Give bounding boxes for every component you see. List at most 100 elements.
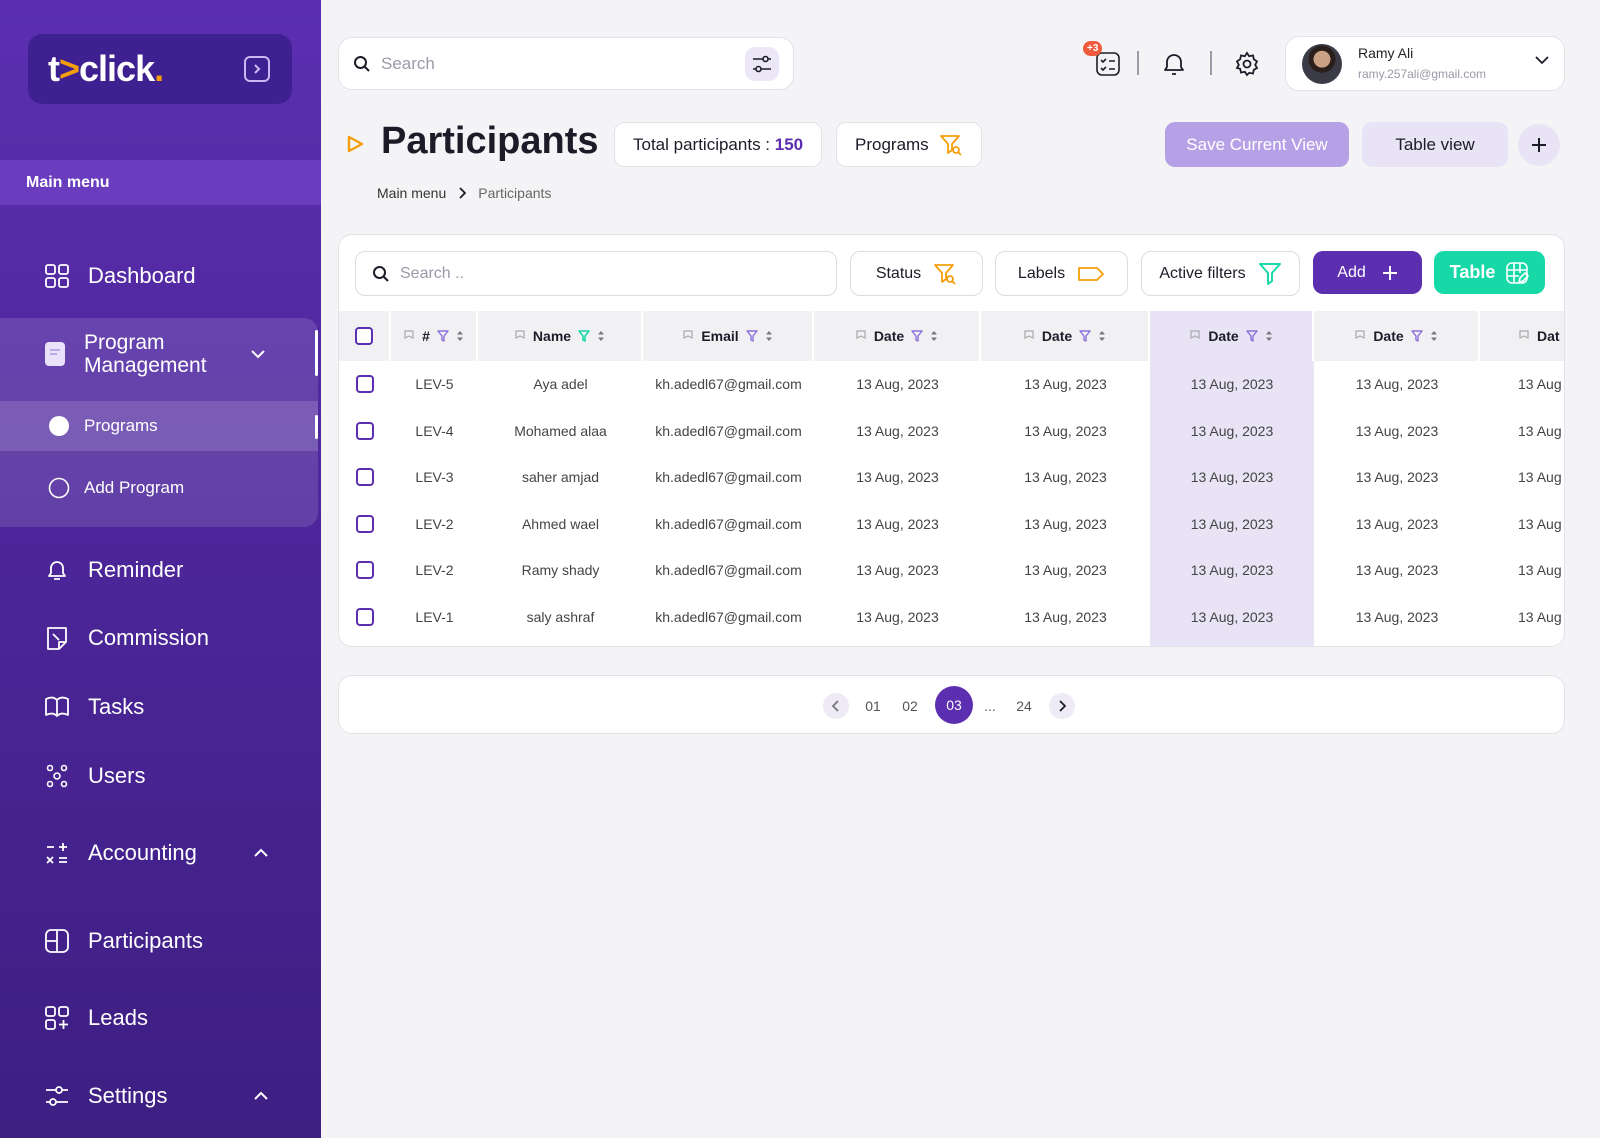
user-name: Ramy Ali	[1358, 45, 1414, 61]
cell-name: Ramy shady	[521, 562, 600, 578]
next-page-button[interactable]	[1049, 693, 1075, 719]
total-participants-value: 150	[774, 134, 804, 154]
sort-icon	[1099, 331, 1106, 341]
search-filter-button[interactable]	[745, 46, 779, 81]
chevron-down-icon	[251, 350, 265, 359]
cell-d1: 13 Aug, 2023	[856, 515, 939, 532]
filter-icon	[1079, 330, 1091, 342]
sidebar-item-label: Participants	[88, 928, 203, 953]
labels-filter-button[interactable]: Labels	[995, 251, 1128, 296]
column-header-name[interactable]: Name	[478, 311, 643, 361]
current-page-button[interactable]: 03	[935, 686, 973, 724]
search-icon	[373, 265, 389, 282]
prev-page-button[interactable]	[823, 693, 849, 719]
table-layout-button[interactable]: Table	[1434, 251, 1545, 294]
filter-icon	[1245, 330, 1258, 342]
sidebar-item-commission[interactable]: Commission	[0, 620, 321, 656]
filter-icon	[745, 330, 758, 342]
row-checkbox[interactable]	[356, 607, 374, 626]
table-search-input[interactable]	[400, 264, 820, 283]
breadcrumb-current: Participants	[478, 185, 552, 201]
folder-icon	[45, 342, 65, 366]
status-filter-button[interactable]: Status	[850, 251, 983, 296]
column-header-date[interactable]: Date	[814, 311, 981, 361]
page-button[interactable]: 01	[860, 690, 886, 722]
sidebar-item-settings[interactable]: Settings	[0, 1078, 321, 1114]
breadcrumb: Main menu Participants	[377, 185, 551, 201]
table-row[interactable]: LEV-1 saly ashraf kh.adedl67@gmail.com 13 A…	[339, 594, 1564, 640]
column-header-id[interactable]: #	[391, 311, 478, 361]
filter-icon	[1410, 330, 1423, 342]
total-participants-chip: Total participants : 150	[614, 122, 823, 167]
save-current-view-button[interactable]: Save Current View	[1165, 122, 1349, 167]
sidebar-item-tasks[interactable]: Tasks	[0, 689, 321, 725]
table-row[interactable]: LEV-5 Aya adel kh.adedl67@gmail.com 13 Aug,…	[339, 361, 1564, 407]
active-filters-button[interactable]: Active filters	[1141, 251, 1300, 296]
column-header-date[interactable]: Dat	[1480, 311, 1564, 361]
global-search-input[interactable]	[381, 53, 735, 74]
pin-icon	[1355, 330, 1365, 339]
sidebar-subitem-programs[interactable]: Programs	[0, 401, 318, 451]
table-view-button[interactable]: Table view	[1362, 122, 1508, 167]
sidebar-item-reminder[interactable]: Reminder	[0, 552, 321, 588]
sidebar-item-label: Accounting	[88, 840, 197, 865]
row-checkbox[interactable]	[356, 561, 374, 579]
sidebar-item-dashboard[interactable]: Dashboard	[0, 258, 321, 294]
notifications-button[interactable]	[1157, 47, 1191, 81]
sidebar: t>click. Main menu Dashboard Program Man…	[0, 0, 321, 1138]
row-checkbox[interactable]	[356, 514, 374, 533]
settings-button[interactable]	[1230, 47, 1264, 81]
labels-filter-label: Labels	[1017, 264, 1066, 282]
column-header-email[interactable]: Email	[643, 311, 814, 361]
table-row[interactable]: LEV-3 saher amjad kh.adedl67@gmail.com 13 A…	[339, 454, 1564, 500]
bell-icon	[1164, 54, 1184, 75]
column-header-label: Email	[701, 328, 739, 344]
sidebar-item-participants[interactable]: Participants	[0, 923, 321, 959]
tasks-button[interactable]: +3	[1083, 41, 1125, 81]
tasks-badge: +3	[1083, 41, 1103, 56]
sort-icon	[456, 331, 463, 341]
column-header-label: #	[422, 328, 430, 344]
column-header-date[interactable]: Date	[1150, 311, 1314, 361]
column-header-date[interactable]: Date	[1314, 311, 1480, 361]
table-header: # Name Email Date Date Date Date Dat	[339, 311, 1564, 361]
row-checkbox[interactable]	[356, 421, 374, 440]
program-management-group: Program Management Programs Add Program	[0, 318, 318, 527]
row-checkbox[interactable]	[356, 375, 374, 393]
column-header-date[interactable]: Date	[981, 311, 1150, 361]
tag-icon	[1078, 266, 1104, 281]
row-select-cell	[339, 454, 391, 500]
sidebar-item-users[interactable]: Users	[0, 758, 321, 794]
sidebar-subitem-add-program[interactable]: Add Program	[0, 463, 318, 513]
table-label: Table	[1449, 262, 1496, 282]
cell-name: Ahmed wael	[521, 515, 600, 532]
pagination: 01 02 03 ... 24	[338, 675, 1565, 734]
sidebar-item-leads[interactable]: Leads	[0, 1000, 321, 1036]
table-row[interactable]: LEV-4 Mohamed alaa kh.adedl67@gmail.com 13 …	[339, 408, 1564, 454]
pin-icon	[515, 330, 525, 339]
page-button[interactable]: 24	[1011, 690, 1037, 722]
table-row[interactable]: LEV-2 Ramy shady kh.adedl67@gmail.com 13 Au…	[339, 547, 1564, 593]
pin-icon	[683, 330, 693, 339]
sidebar-item-program-management[interactable]: Program Management	[0, 328, 318, 380]
collapse-sidebar-icon[interactable]	[244, 56, 270, 82]
page-button[interactable]: 02	[897, 690, 923, 722]
breadcrumb-root[interactable]: Main menu	[377, 185, 446, 201]
sidebar-item-accounting[interactable]: Accounting	[0, 835, 321, 871]
radio-filled-icon	[49, 416, 69, 436]
table-row[interactable]: LEV-2 Ahmed wael kh.adedl67@gmail.com 13 Au…	[339, 501, 1564, 547]
cell-d1: 13 Aug, 2023	[856, 469, 939, 485]
column-header-label: Date	[873, 328, 905, 344]
cell-id: LEV-4	[415, 422, 454, 439]
add-label: Add	[1337, 263, 1366, 281]
select-all-checkbox[interactable]	[355, 327, 373, 345]
user-menu[interactable]: Ramy Ali ramy.257ali@gmail.com	[1285, 36, 1565, 91]
cell-d1: 13 Aug, 2023	[856, 422, 939, 439]
cell-name: saher amjad	[521, 469, 600, 485]
add-view-button[interactable]	[1518, 124, 1560, 166]
programs-filter-button[interactable]: Programs	[836, 122, 982, 167]
filter-icon	[578, 330, 590, 342]
row-checkbox[interactable]	[356, 468, 374, 486]
add-participant-button[interactable]: Add	[1313, 251, 1422, 294]
cell-d1: 13 Aug, 2023	[856, 376, 939, 392]
